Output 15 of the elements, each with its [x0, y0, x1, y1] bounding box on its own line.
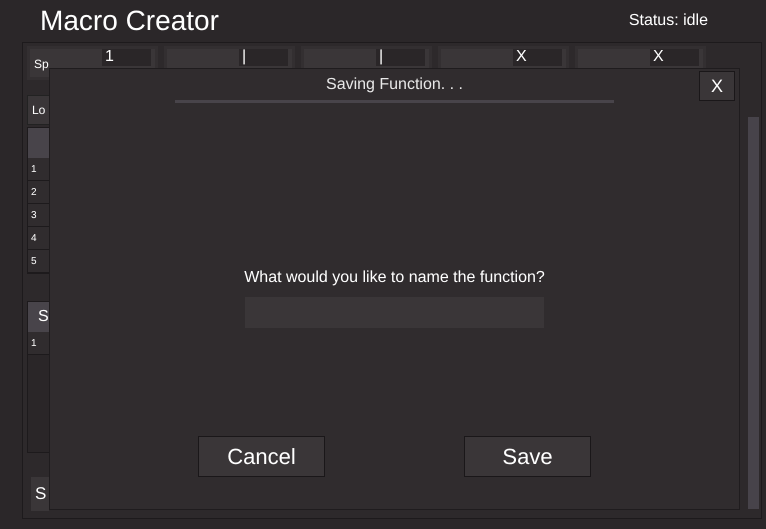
save-button[interactable]: Save [464, 436, 591, 477]
input-field[interactable]: X [513, 49, 562, 66]
input-field[interactable]: 1 [102, 49, 151, 66]
app-title: Macro Creator [40, 5, 219, 37]
cancel-button[interactable]: Cancel [198, 436, 325, 477]
status-label: Status: idle [628, 12, 708, 30]
dialog-title: Saving Function. . . [326, 76, 463, 94]
input-field[interactable]: | [376, 49, 425, 66]
scrollbar[interactable] [748, 117, 759, 509]
close-button[interactable]: X [699, 71, 735, 101]
bottom-button[interactable]: S [31, 477, 49, 511]
input-field[interactable]: X [650, 49, 699, 66]
prompt-text: What would you like to name the function? [244, 269, 545, 287]
field-label: Sp [34, 57, 49, 71]
input-field[interactable]: | [239, 49, 288, 66]
